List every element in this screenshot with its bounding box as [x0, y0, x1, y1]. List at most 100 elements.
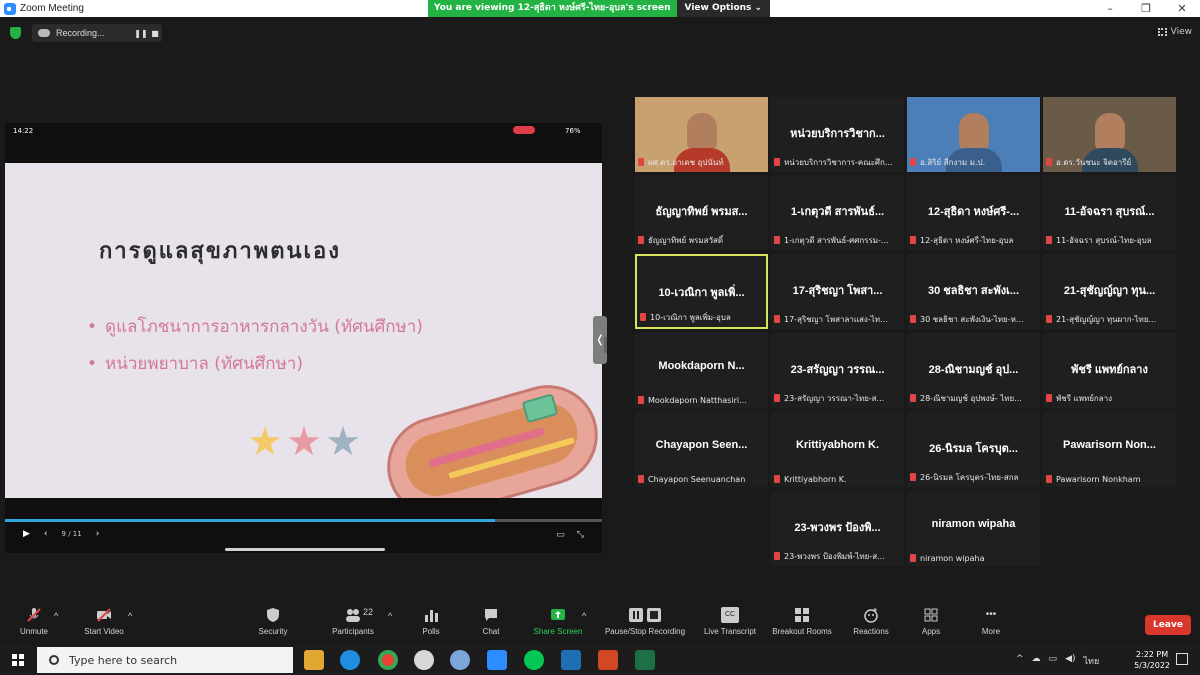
polls-button[interactable]: Polls — [416, 607, 446, 636]
participant-tile[interactable]: 17-สุริชญา โพสา... 17-สุริชญา โพสาลาแสง-ไ… — [771, 254, 904, 329]
recording-indicator: Recording... ❚❚ ■ — [32, 24, 162, 42]
reactions-button[interactable]: Reactions — [850, 607, 892, 636]
participant-tile[interactable]: พัชรี แพทย์กลาง พัชรี แพทย์กลาง — [1043, 333, 1176, 408]
file-explorer-icon[interactable] — [304, 650, 324, 670]
viewing-screen-label: You are viewing 12-สุธิดา หงษ์ศรี-ไทย-อุ… — [428, 0, 677, 17]
polls-icon — [425, 610, 438, 622]
notification-center-icon[interactable] — [1176, 653, 1188, 665]
participant-tile[interactable]: 11-อัจฉรา สุบรณ์... 11-อัจฉรา สุบรณ์-ไทย-… — [1043, 175, 1176, 250]
volume-icon[interactable]: ◀) — [1065, 654, 1075, 668]
star-decoration-icon — [327, 426, 359, 456]
search-icon — [49, 655, 59, 665]
apps-button[interactable]: Apps — [916, 607, 946, 636]
globe-app-icon[interactable] — [450, 650, 470, 670]
live-transcript-label: Live Transcript — [703, 627, 757, 636]
play-icon[interactable]: ▶ — [23, 529, 30, 539]
participant-caption-name: ธัญญาทิพย์ พรมสวัสดิ์ — [648, 236, 724, 245]
window-title: Zoom Meeting — [20, 3, 84, 14]
next-slide-icon[interactable]: › — [96, 529, 100, 539]
participant-display-name: Mookdaporn N... — [658, 360, 745, 372]
chat-button[interactable]: Chat — [476, 607, 506, 636]
breakout-rooms-button[interactable]: Breakout Rooms — [768, 607, 836, 636]
captions-icon[interactable]: ▭ — [556, 530, 565, 540]
participant-display-name: 28-ณิชามญช์ อุป... — [928, 364, 1019, 376]
zoom-app-icon — [4, 2, 16, 15]
participant-tile[interactable]: 28-ณิชามญช์ อุป... 28-ณิชามญช์ อุปพงษ์- ไ… — [907, 333, 1040, 408]
participant-tile[interactable]: 23-พวงพร ป้องพิ... 23-พวงพร ป้องพิมพ์-ไทย… — [771, 491, 904, 566]
maximize-button[interactable]: ❐ — [1128, 0, 1164, 17]
pause-recording-icon[interactable]: ❚❚ — [134, 29, 148, 38]
participant-tile[interactable]: 26-นิรมล โครบุต... 26-นิรมล โครบุตร-ไทย-ส… — [907, 412, 1040, 487]
share-screen-button[interactable]: Share Screen — [528, 607, 588, 636]
stop-recording-icon[interactable]: ■ — [148, 29, 162, 38]
system-tray: ^ ☁ ▭ ◀) ไทย — [1016, 654, 1099, 668]
recording-control-label: Pause/Stop Recording — [604, 627, 686, 636]
start-video-label: Start Video — [84, 627, 124, 636]
encryption-shield-icon[interactable] — [10, 27, 21, 39]
participant-tile[interactable]: หน่วยบริการวิชาก... หน่วยบริการวิชาการ-คณ… — [771, 97, 904, 172]
panel-splitter[interactable] — [604, 337, 607, 353]
participant-tile[interactable]: ธัญญาทิพย์ พรมส... ธัญญาทิพย์ พรมสวัสดิ์ — [635, 175, 768, 250]
windows-start-icon[interactable] — [12, 654, 24, 666]
live-transcript-button[interactable]: CC Live Transcript — [700, 607, 760, 636]
muted-mic-icon — [774, 475, 780, 483]
participant-tile[interactable]: Mookdaporn N... Mookdaporn Natthasiri... — [635, 333, 768, 408]
zoom-taskbar-icon[interactable] — [487, 650, 507, 670]
onedrive-icon[interactable]: ☁ — [1032, 654, 1041, 668]
powerpoint-icon[interactable] — [598, 650, 618, 670]
view-layout-button[interactable]: View — [1157, 24, 1192, 40]
start-video-button[interactable]: Start Video — [78, 607, 130, 636]
participant-tile[interactable]: อ.สิริย์ สีกงาม ม.ป. — [907, 97, 1040, 172]
line-app-icon[interactable] — [524, 650, 544, 670]
participant-tile[interactable]: อ.ดร.วันชนะ จิตอารีย์ — [1043, 97, 1176, 172]
share-screen-label: Share Screen — [533, 627, 583, 636]
video-off-icon — [97, 608, 111, 622]
participant-caption-name: 17-สุริชญา โพสาลาแสง-ไท... — [784, 315, 888, 324]
participant-tile[interactable]: Chayapon Seen... Chayapon Seenuanchan — [635, 412, 768, 487]
close-button[interactable]: ✕ — [1164, 0, 1200, 17]
participant-display-name: 26-นิรมล โครบุต... — [929, 443, 1018, 455]
share-options-caret-icon[interactable]: ^ — [582, 611, 586, 621]
participant-tile[interactable]: ผศ.ดร.อาเดช อุปนันท์ — [635, 97, 768, 172]
photos-app-icon[interactable] — [561, 650, 581, 670]
participant-caption: 23-พวงพร ป้องพิมพ์-ไทย-ส... — [774, 550, 901, 563]
cloud-app-icon[interactable] — [414, 650, 434, 670]
audio-options-caret-icon[interactable]: ^ — [54, 611, 58, 621]
tray-expand-icon[interactable]: ^ — [1016, 654, 1024, 668]
participant-caption-name: 11-อัจฉรา สุบรณ์-ไทย-อุบล — [1056, 236, 1152, 245]
edge-browser-icon[interactable] — [340, 650, 360, 670]
network-icon[interactable]: ▭ — [1049, 654, 1058, 668]
chrome-browser-icon[interactable] — [378, 650, 398, 670]
prev-slide-icon[interactable]: ‹ — [44, 529, 48, 539]
participants-caret-icon[interactable]: ^ — [388, 611, 392, 621]
pause-stop-recording-button[interactable]: Pause/Stop Recording — [598, 607, 692, 636]
grid-view-icon — [1157, 28, 1167, 36]
participant-tile[interactable]: 21-สุชัญญ์ญา ทุน... 21-สุชัญญ์ญา ทุนผาก-ไ… — [1043, 254, 1176, 329]
participant-tile[interactable]: 12-สุธิดา หงษ์ศรี-... 12-สุธิดา หงษ์ศรี-ไ… — [907, 175, 1040, 250]
more-button[interactable]: ••• More — [976, 607, 1006, 636]
leave-meeting-button[interactable]: Leave — [1145, 615, 1191, 635]
participant-tile[interactable]: Pawarisorn Non... Pawarisorn Nonkham — [1043, 412, 1176, 487]
breakout-rooms-icon — [795, 608, 809, 622]
minimize-button[interactable]: – — [1092, 0, 1128, 17]
taskbar-search-box[interactable]: Type here to search — [37, 647, 293, 673]
view-options-button[interactable]: View Options ⌄ — [676, 0, 771, 17]
participant-caption: 11-อัจฉรา สุบรณ์-ไทย-อุบล — [1046, 234, 1173, 247]
security-button[interactable]: Security — [254, 607, 292, 636]
participant-tile[interactable]: 10-เวณิกา พูลเพิ่... 10-เวณิกา พูลเพิ่ม-อ… — [635, 254, 768, 329]
muted-mic-icon — [638, 396, 644, 404]
excel-icon[interactable] — [635, 650, 655, 670]
polls-label: Polls — [422, 627, 440, 636]
participant-tile[interactable]: 1-เกตุวดี สารพันธ์... 1-เกตุวดี สารพันธ์-… — [771, 175, 904, 250]
participant-tile[interactable]: 30 ชลธิชา สะพังเ... 30 ชลธิชา สะพังเงิน-ไ… — [907, 254, 1040, 329]
input-language[interactable]: ไทย — [1084, 654, 1100, 668]
video-options-caret-icon[interactable]: ^ — [128, 611, 132, 621]
taskbar-clock[interactable]: 2:22 PM 5/3/2022 — [1134, 649, 1170, 671]
fullscreen-icon[interactable]: ⤡ — [577, 530, 584, 540]
slide-progress-bar[interactable] — [5, 519, 602, 522]
participant-tile[interactable]: 23-สรัญญา วรรณ... 23-สรัญญา วรรณา-ไทย-ส..… — [771, 333, 904, 408]
unmute-button[interactable]: Unmute — [14, 607, 54, 636]
participant-tile[interactable]: niramon wipaha niramon wipaha — [907, 491, 1040, 566]
participant-tile[interactable]: Krittiyabhorn K. Krittiyabhorn K. — [771, 412, 904, 487]
participant-display-name: 12-สุธิดา หงษ์ศรี-... — [927, 206, 1020, 218]
